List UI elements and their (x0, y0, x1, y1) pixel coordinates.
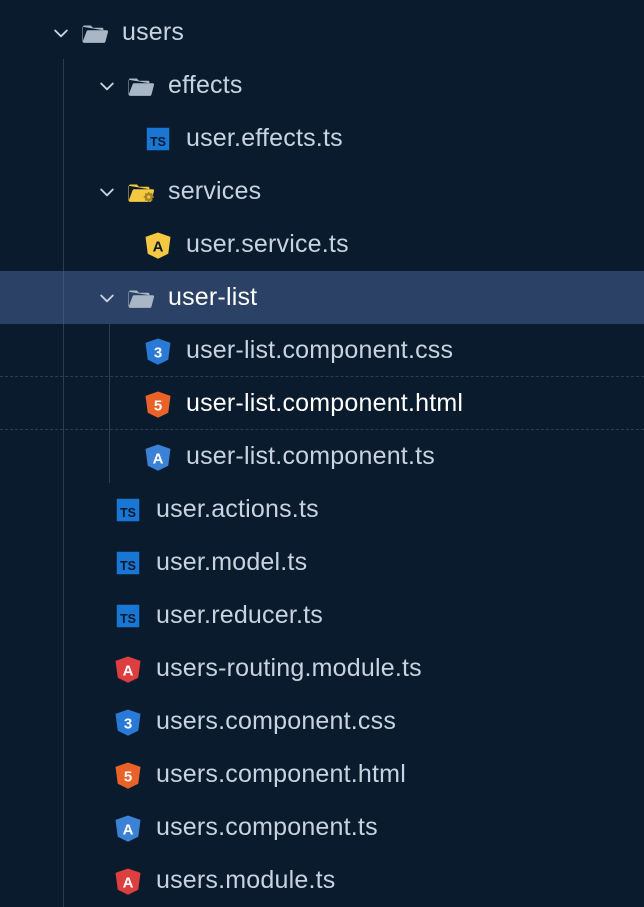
file-label: user.model.ts (156, 548, 307, 577)
file-user-service-ts[interactable]: user.service.ts (0, 218, 644, 271)
folder-label: services (168, 177, 261, 206)
file-label: user-list.component.css (186, 336, 453, 365)
angular-service-icon (140, 230, 176, 260)
file-label: user.reducer.ts (156, 601, 323, 630)
folder-services-icon (122, 177, 158, 207)
file-user-list-ts[interactable]: user-list.component.ts (0, 430, 644, 483)
folder-label: users (122, 18, 184, 47)
file-label: user-list.component.ts (186, 442, 435, 471)
file-users-component-ts[interactable]: users.component.ts (0, 801, 644, 854)
css-icon (110, 707, 146, 737)
folder-label: effects (168, 71, 243, 100)
angular-module-icon (110, 654, 146, 684)
file-label: users-routing.module.ts (156, 654, 422, 683)
folder-label: user-list (168, 283, 257, 312)
folder-user-list[interactable]: user-list (0, 271, 644, 324)
file-tree: users effects user.effects.ts services u… (0, 0, 644, 907)
folder-open-icon (122, 283, 158, 313)
file-label: user-list.component.html (186, 389, 463, 418)
file-user-list-html[interactable]: user-list.component.html (0, 377, 644, 430)
angular-component-icon (110, 813, 146, 843)
chevron-down-icon (92, 182, 122, 202)
file-user-model-ts[interactable]: user.model.ts (0, 536, 644, 589)
chevron-down-icon (92, 288, 122, 308)
file-user-effects-ts[interactable]: user.effects.ts (0, 112, 644, 165)
folder-open-icon (122, 71, 158, 101)
angular-module-icon (110, 866, 146, 896)
folder-users[interactable]: users (0, 6, 644, 59)
folder-open-icon (76, 18, 112, 48)
file-users-component-css[interactable]: users.component.css (0, 695, 644, 748)
css-icon (140, 336, 176, 366)
file-label: user.service.ts (186, 230, 349, 259)
typescript-icon (110, 548, 146, 578)
file-label: users.component.css (156, 707, 396, 736)
file-label: user.actions.ts (156, 495, 319, 524)
folder-effects[interactable]: effects (0, 59, 644, 112)
file-label: users.module.ts (156, 866, 335, 895)
chevron-down-icon (92, 76, 122, 96)
chevron-down-icon (46, 23, 76, 43)
file-label: users.component.html (156, 760, 406, 789)
file-label: user.effects.ts (186, 124, 343, 153)
typescript-icon (110, 601, 146, 631)
file-user-list-css[interactable]: user-list.component.css (0, 324, 644, 377)
folder-services[interactable]: services (0, 165, 644, 218)
angular-component-icon (140, 442, 176, 472)
html-icon (110, 760, 146, 790)
typescript-icon (110, 495, 146, 525)
file-users-module-ts[interactable]: users.module.ts (0, 854, 644, 907)
file-users-component-html[interactable]: users.component.html (0, 748, 644, 801)
html-icon (140, 389, 176, 419)
file-label: users.component.ts (156, 813, 378, 842)
file-user-actions-ts[interactable]: user.actions.ts (0, 483, 644, 536)
file-user-reducer-ts[interactable]: user.reducer.ts (0, 589, 644, 642)
typescript-icon (140, 124, 176, 154)
file-users-routing-module-ts[interactable]: users-routing.module.ts (0, 642, 644, 695)
